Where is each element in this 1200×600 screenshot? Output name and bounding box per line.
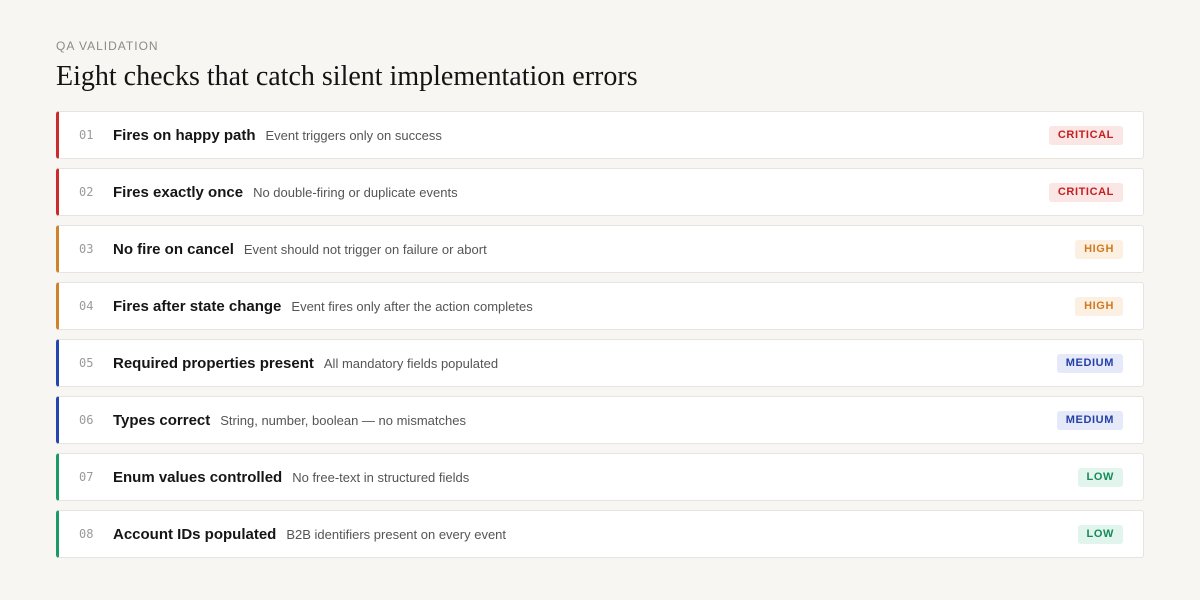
check-name: Fires exactly once xyxy=(113,183,244,201)
check-row: 02 Fires exactly once No double-firing o… xyxy=(56,168,1144,216)
check-description: B2B identifiers present on every event xyxy=(286,526,507,542)
check-name: Enum values controlled xyxy=(113,468,283,486)
severity-badge: HIGH xyxy=(1075,296,1123,316)
severity-badge: LOW xyxy=(1077,467,1123,487)
severity-badge: MEDIUM xyxy=(1056,353,1123,373)
severity-badge: CRITICAL xyxy=(1048,125,1123,145)
checks-list: 01 Fires on happy path Event triggers on… xyxy=(56,111,1144,558)
check-name: Fires on happy path xyxy=(113,126,256,144)
check-description: String, number, boolean — no mismatches xyxy=(220,412,466,428)
check-number: 08 xyxy=(79,527,94,541)
check-description: Event fires only after the action comple… xyxy=(291,298,533,314)
severity-badge: MEDIUM xyxy=(1056,410,1123,430)
check-name: Types correct xyxy=(113,411,211,429)
check-description: No free-text in structured fields xyxy=(292,469,470,485)
check-number: 01 xyxy=(79,128,94,142)
check-name: Account IDs populated xyxy=(113,525,277,543)
page-title: Eight checks that catch silent implement… xyxy=(56,61,638,92)
check-description: No double-firing or duplicate events xyxy=(253,184,458,200)
check-row: 08 Account IDs populated B2B identifiers… xyxy=(56,510,1144,558)
severity-badge: HIGH xyxy=(1075,239,1123,259)
check-row: 06 Types correct String, number, boolean… xyxy=(56,396,1144,444)
check-number: 05 xyxy=(79,356,94,370)
check-description: All mandatory fields populated xyxy=(323,355,499,371)
check-number: 06 xyxy=(79,413,94,427)
check-row: 03 No fire on cancel Event should not tr… xyxy=(56,225,1144,273)
check-name: Fires after state change xyxy=(113,297,282,315)
check-row: 01 Fires on happy path Event triggers on… xyxy=(56,111,1144,159)
section-eyebrow: QA VALIDATION xyxy=(56,39,159,53)
qa-validation-card: QA VALIDATION Eight checks that catch si… xyxy=(56,39,1144,558)
check-name: Required properties present xyxy=(113,354,314,372)
check-row: 04 Fires after state change Event fires … xyxy=(56,282,1144,330)
severity-badge: LOW xyxy=(1077,524,1123,544)
check-number: 04 xyxy=(79,299,94,313)
check-row: 05 Required properties present All manda… xyxy=(56,339,1144,387)
check-number: 07 xyxy=(79,470,94,484)
check-description: Event should not trigger on failure or a… xyxy=(243,241,487,257)
check-number: 02 xyxy=(79,185,94,199)
check-description: Event triggers only on success xyxy=(265,127,442,143)
check-number: 03 xyxy=(79,242,94,256)
severity-badge: CRITICAL xyxy=(1048,182,1123,202)
check-name: No fire on cancel xyxy=(113,240,234,258)
check-row: 07 Enum values controlled No free-text i… xyxy=(56,453,1144,501)
